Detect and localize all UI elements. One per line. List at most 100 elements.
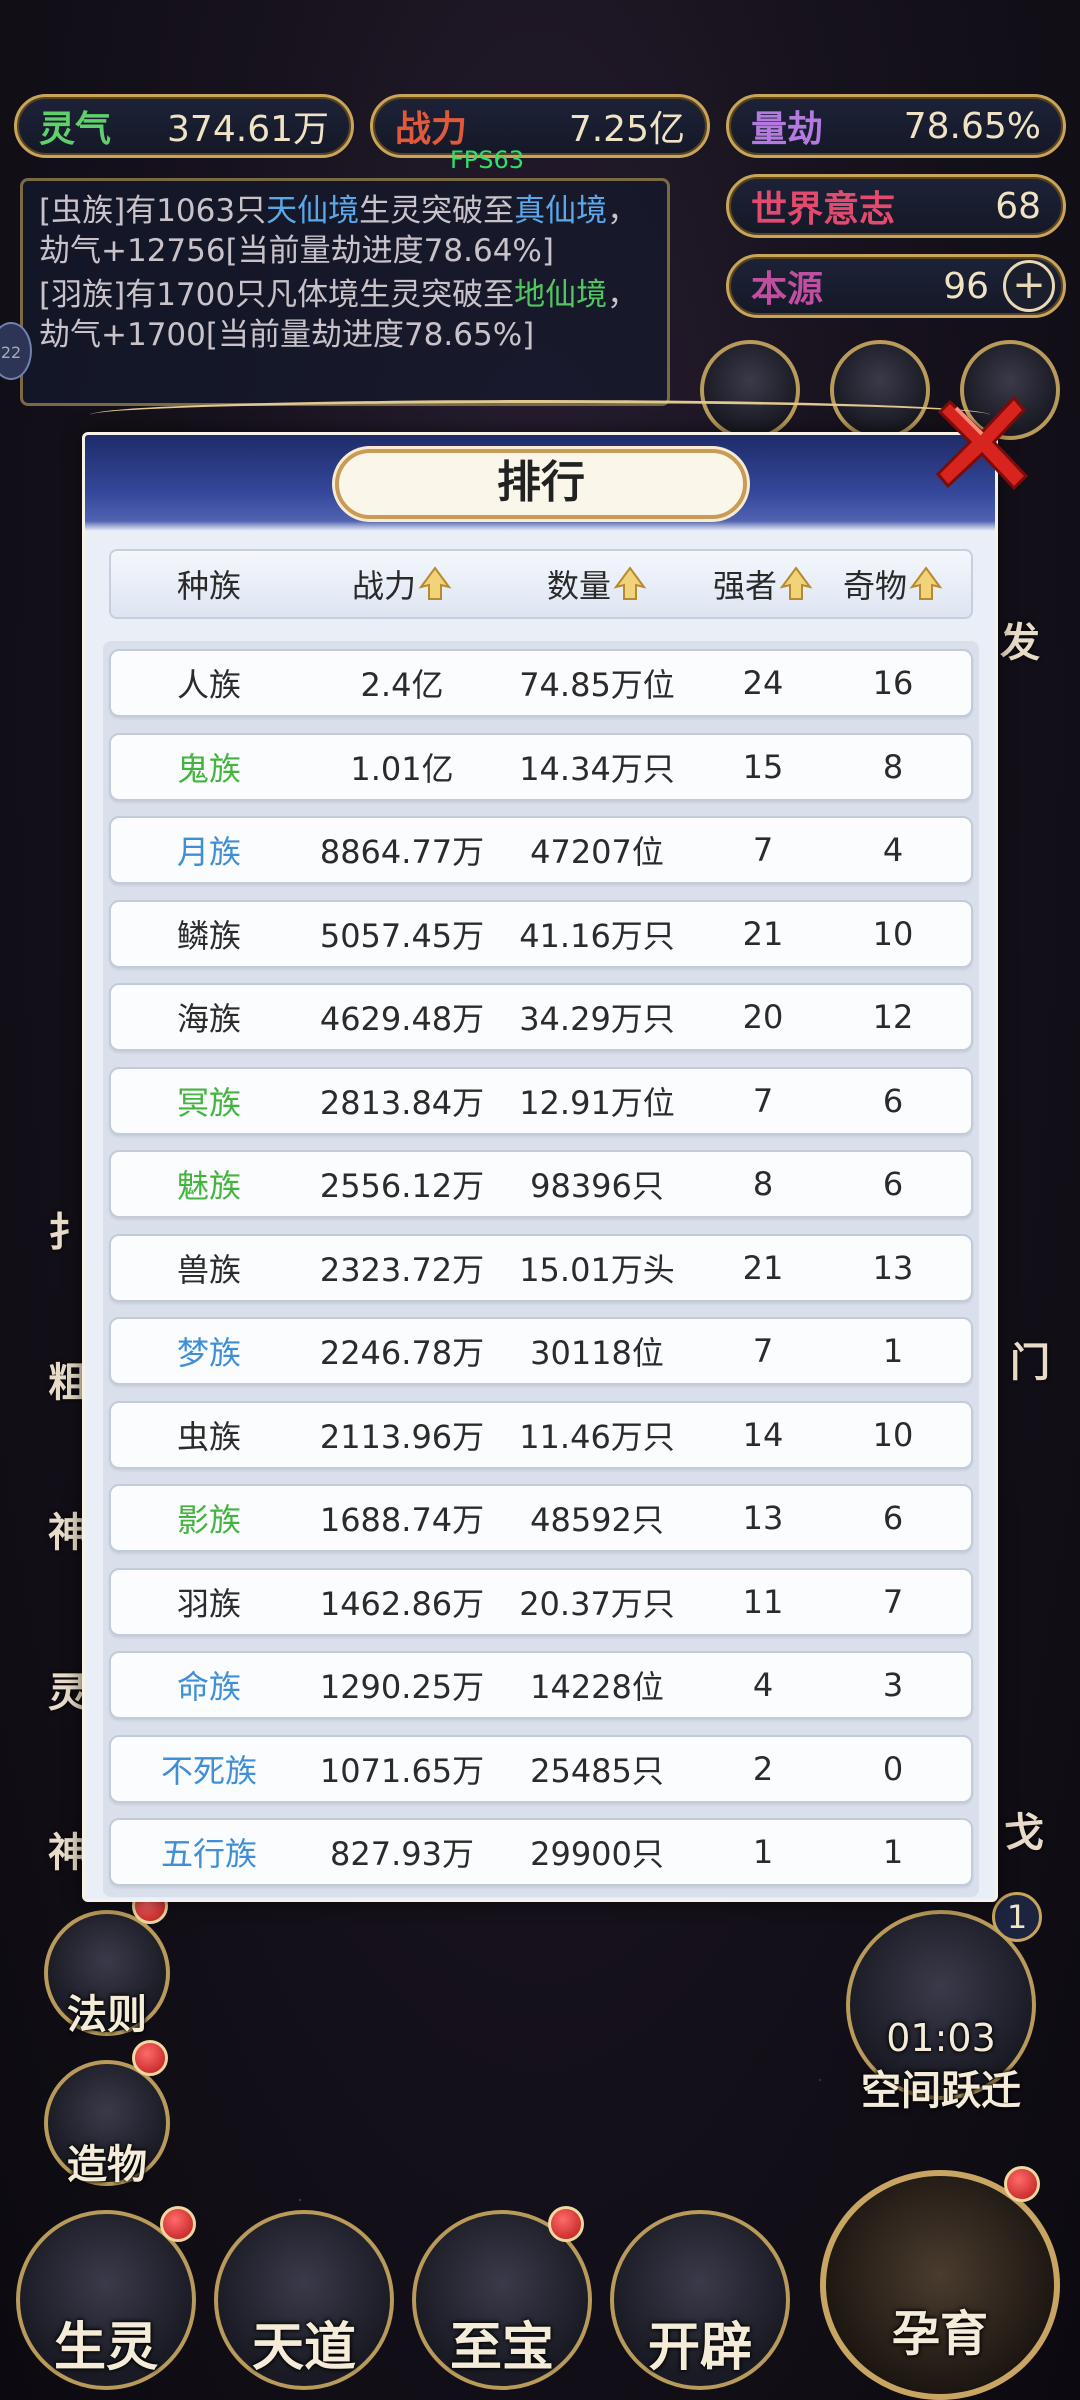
row-strong: 14 — [742, 1415, 784, 1454]
row-count: 47207位 — [530, 833, 664, 871]
row-strong: 8 — [752, 1165, 774, 1203]
table-row[interactable]: 羽族 1462.86万 20.37万只 11 7 — [109, 1567, 973, 1636]
row-strong: 7 — [752, 831, 774, 869]
row-count: 11.46万只 — [519, 1417, 675, 1456]
sort-arrow-icon[interactable] — [613, 565, 647, 603]
lingqi-pill[interactable]: 灵气 374.61万 — [14, 94, 354, 158]
column-header-strong[interactable]: 强者 — [697, 561, 829, 607]
side-label-right: 发 — [1000, 619, 1040, 666]
row-strong: 1 — [752, 1833, 774, 1871]
row-treasure: 1 — [882, 1332, 904, 1370]
column-header-race: 种族 — [176, 567, 241, 605]
zao-wu-button[interactable]: 造物 — [44, 2060, 170, 2188]
row-power: 8864.77万 — [319, 833, 485, 871]
row-strong: 13 — [742, 1499, 784, 1537]
ranking-table-header: 种族 战力 数量 强者 奇物 — [109, 549, 973, 619]
row-power: 2323.72万 — [319, 1250, 485, 1289]
add-benyuan-button[interactable]: + — [1003, 260, 1055, 312]
table-row[interactable]: 命族 1290.25万 14228位 4 3 — [109, 1651, 973, 1719]
table-row[interactable]: 虫族 2113.96万 11.46万只 14 10 — [109, 1400, 973, 1469]
tian-dao-label: 天道 — [251, 2317, 357, 2378]
row-treasure: 4 — [882, 831, 904, 869]
row-race: 不死族 — [160, 1751, 257, 1790]
row-strong: 11 — [742, 1582, 784, 1621]
space-jump-count-badge: 1 — [992, 1892, 1042, 1942]
world-will-pill[interactable]: 世界意志 68 — [726, 174, 1066, 238]
row-strong: 20 — [742, 998, 784, 1036]
log-line: [羽族]有1700只凡体境生灵突破至地仙境，劫气+1700[当前量劫进度78.6… — [39, 277, 639, 353]
column-header-power[interactable]: 战力 — [307, 561, 497, 607]
row-count: 74.85万位 — [519, 666, 675, 704]
row-power: 1290.25万 — [319, 1668, 485, 1706]
row-power: 1071.65万 — [319, 1751, 485, 1790]
table-row[interactable]: 魅族 2556.12万 98396只 8 6 — [109, 1150, 973, 1218]
tian-dao-button[interactable]: 天道 — [214, 2210, 394, 2390]
table-row[interactable]: 月族 8864.77万 47207位 7 4 — [109, 816, 973, 884]
row-count: 14228位 — [530, 1668, 664, 1706]
row-race: 鳞族 — [176, 916, 241, 955]
table-row[interactable]: 梦族 2246.78万 30118位 7 1 — [109, 1317, 973, 1385]
kai-pi-button[interactable]: 开辟 — [610, 2210, 790, 2390]
liangjie-pill[interactable]: 量劫 78.65% — [726, 94, 1066, 158]
row-strong: 4 — [752, 1666, 774, 1704]
row-treasure: 7 — [882, 1582, 904, 1621]
lingqi-value: 374.61万 — [167, 109, 329, 150]
row-count: 41.16万只 — [519, 916, 675, 955]
zhanli-value: 7.25亿 — [568, 109, 685, 150]
row-count: 15.01万头 — [519, 1250, 675, 1289]
row-treasure: 1 — [882, 1833, 904, 1871]
lingqi-label: 灵气 — [39, 108, 112, 150]
world-will-value: 68 — [995, 185, 1041, 227]
fa-ze-button[interactable]: 法则 — [44, 1910, 170, 2038]
sort-arrow-icon[interactable] — [779, 565, 813, 603]
liangjie-label: 量劫 — [751, 108, 824, 150]
row-strong: 7 — [752, 1332, 774, 1370]
row-count: 12.91万位 — [519, 1083, 675, 1122]
table-row[interactable]: 鬼族 1.01亿 14.34万只 15 8 — [109, 732, 973, 801]
table-row[interactable]: 五行族 827.93万 29900只 1 1 — [109, 1818, 973, 1886]
table-row[interactable]: 影族 1688.74万 48592只 13 6 — [109, 1484, 973, 1552]
table-row[interactable]: 鳞族 5057.45万 41.16万只 21 10 — [109, 899, 973, 968]
zhanli-pill[interactable]: 战力 7.25亿 — [370, 94, 710, 158]
space-jump-label: 空间跃迁 — [861, 2067, 1021, 2114]
row-race: 命族 — [176, 1668, 241, 1706]
yun-yu-button[interactable]: 孕育 — [820, 2170, 1060, 2400]
row-treasure: 6 — [882, 1165, 904, 1203]
space-jump-timer: 01:03 — [886, 2016, 996, 2060]
benyuan-pill[interactable]: 本源 96 + — [726, 254, 1066, 318]
row-race: 兽族 — [176, 1250, 241, 1289]
column-header-treasure[interactable]: 奇物 — [829, 561, 957, 607]
row-power: 2113.96万 — [319, 1417, 485, 1456]
sort-arrow-icon[interactable] — [909, 565, 943, 603]
table-row[interactable]: 人族 2.4亿 74.85万位 24 16 — [109, 649, 973, 717]
row-treasure: 16 — [872, 664, 914, 702]
row-count: 25485只 — [530, 1751, 664, 1790]
row-count: 29900只 — [530, 1835, 664, 1873]
close-icon[interactable] — [936, 392, 1028, 492]
row-power: 827.93万 — [330, 1835, 474, 1873]
sheng-ling-label: 生灵 — [53, 2317, 159, 2378]
panel-header: 排行 — [85, 435, 995, 531]
row-race: 海族 — [176, 1000, 241, 1038]
column-header-count[interactable]: 数量 — [497, 561, 697, 607]
row-treasure: 10 — [872, 914, 914, 953]
table-row[interactable]: 冥族 2813.84万 12.91万位 7 6 — [109, 1066, 973, 1135]
row-treasure: 0 — [882, 1749, 904, 1788]
row-treasure: 6 — [882, 1081, 904, 1120]
row-count: 20.37万只 — [519, 1584, 675, 1623]
world-will-label: 世界意志 — [751, 188, 896, 230]
row-strong: 21 — [742, 914, 784, 953]
row-race: 月族 — [176, 833, 241, 871]
table-row[interactable]: 海族 4629.48万 34.29万只 20 12 — [109, 983, 973, 1051]
ranking-list[interactable]: 人族 2.4亿 74.85万位 24 16 鬼族 1.01亿 14.34万只 15 8 月族 8864… — [103, 641, 979, 1897]
row-race: 影族 — [176, 1501, 241, 1539]
row-power: 2.4亿 — [360, 666, 444, 704]
side-label-right: 戈 — [1004, 1809, 1044, 1856]
row-power: 1462.86万 — [319, 1584, 485, 1623]
table-row[interactable]: 兽族 2323.72万 15.01万头 21 13 — [109, 1233, 973, 1302]
row-treasure: 6 — [882, 1499, 904, 1537]
table-row[interactable]: 不死族 1071.65万 25485只 2 0 — [109, 1734, 973, 1803]
row-power: 1.01亿 — [350, 749, 454, 788]
benyuan-label: 本源 — [751, 268, 824, 310]
sort-arrow-icon[interactable] — [418, 565, 452, 603]
